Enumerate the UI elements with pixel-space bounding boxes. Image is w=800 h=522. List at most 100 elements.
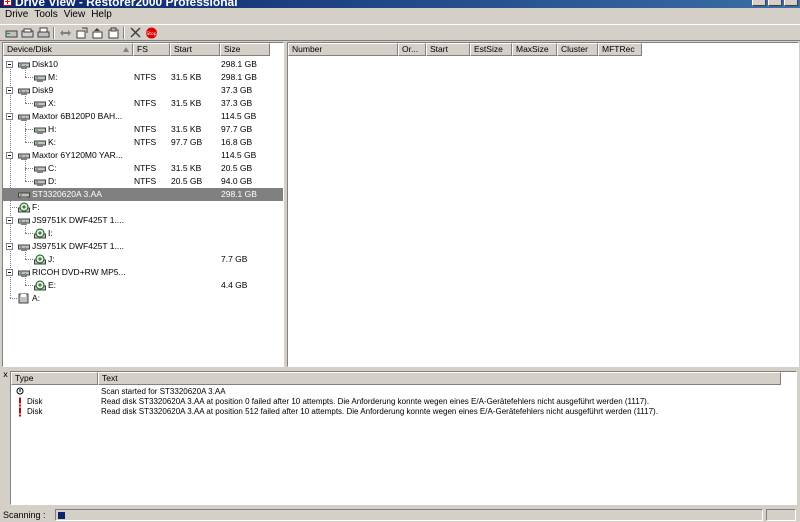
tree-disk-disk10[interactable]: Disk10 298.1 GB (3, 58, 283, 71)
toolbar: Stop (0, 24, 800, 41)
partition-icon (34, 72, 46, 83)
tree-connector (25, 168, 33, 169)
tree-drive-h[interactable]: H: NTFS 31.5 KB 97.7 GB (3, 117, 283, 136)
col-device-disk[interactable]: Device/Disk (3, 43, 133, 56)
maximize-button[interactable] (768, 0, 782, 6)
col-type[interactable]: Type (11, 372, 98, 385)
device-name: K: (48, 137, 57, 147)
col-size[interactable]: Size (220, 43, 270, 56)
tree-drive-d[interactable]: D: NTFS 20.5 GB 94.0 GB (3, 169, 283, 188)
col-order[interactable]: Or... (398, 43, 426, 56)
menu-tools[interactable]: Tools (31, 8, 60, 22)
col-cluster[interactable]: Cluster (557, 43, 598, 56)
menu-bar: Drive Tools View Help (0, 8, 800, 23)
tree-drive-m[interactable]: M: NTFS 31.5 KB 298.1 GB (3, 65, 283, 84)
stop-icon[interactable]: Stop (143, 26, 159, 40)
collapse-icon[interactable] (6, 113, 13, 120)
tree-disk-js9751k-dwf425t-1[interactable]: JS9751K DWF425T 1.... (3, 240, 283, 253)
log-type: Disk (27, 407, 43, 416)
device-size: 4.4 GB (221, 280, 248, 290)
tree-disk-maxtor-6y120m0-yar[interactable]: Maxtor 6Y120M0 YAR... 114.5 GB (3, 149, 283, 162)
device-name: D: (48, 176, 57, 186)
hard-disk-icon (18, 215, 30, 226)
app-window: + Drive View - Restorer2000 Professional… (0, 0, 800, 522)
tree-disk-js9751k-dwf425t-1[interactable]: JS9751K DWF425T 1.... (3, 214, 283, 227)
folder-up-icon[interactable] (89, 26, 105, 40)
tree-disk-disk9[interactable]: Disk9 37.3 GB (3, 84, 283, 97)
device-name: C: (48, 163, 57, 173)
tree-connector (25, 233, 33, 234)
tree-disk-maxtor-6b120p0-bah[interactable]: Maxtor 6B120P0 BAH... 114.5 GB (3, 110, 283, 123)
hard-disk-icon (18, 85, 30, 96)
cancel-icon[interactable] (127, 26, 143, 40)
device-size: 298.1 GB (221, 72, 257, 82)
collapse-icon[interactable] (6, 152, 13, 159)
scan-progress-fill (58, 511, 65, 519)
error-icon (19, 397, 21, 407)
tree-drive-k[interactable]: K: NTFS 97.7 GB 16.8 GB (3, 130, 283, 149)
collapse-icon[interactable] (6, 87, 13, 94)
close-button[interactable] (784, 0, 798, 6)
col-text[interactable]: Text (98, 372, 781, 385)
tree-drive-f[interactable]: F: (3, 201, 283, 214)
compare-icon[interactable] (57, 26, 73, 40)
open-drive-icon[interactable] (3, 26, 19, 40)
device-fs: NTFS (134, 98, 157, 108)
restorer-app-icon[interactable]: + (3, 0, 12, 6)
col-maxsize[interactable]: MaxSize (512, 43, 557, 56)
window-controls (752, 0, 798, 6)
partition-icon (34, 163, 46, 174)
log-row[interactable]: Scan started for ST3320620A 3.AA (11, 387, 796, 397)
tree-drive-a[interactable]: A: (3, 292, 283, 305)
tree-drive-c[interactable]: C: NTFS 31.5 KB 20.5 GB (3, 156, 283, 175)
hard-disk-icon (18, 241, 30, 252)
print-icon[interactable] (35, 26, 51, 40)
device-name: H: (48, 124, 57, 134)
collapse-icon[interactable] (6, 269, 13, 276)
menu-view[interactable]: View (61, 8, 89, 22)
tree-disk-st3320620a-3-aa[interactable]: ST3320620A 3.AA 298.1 GB (3, 188, 283, 201)
col-estsize[interactable]: EstSize (470, 43, 512, 56)
log-header: Type Text (11, 372, 781, 385)
menu-help[interactable]: Help (88, 8, 115, 22)
log-row[interactable]: Disk Read disk ST3320620A 3.AA at positio… (11, 397, 796, 407)
collapse-icon[interactable] (6, 217, 13, 224)
tree-connector (10, 298, 17, 299)
tree-drive-e[interactable]: E: 4.4 GB (3, 273, 283, 292)
col-start[interactable]: Start (170, 43, 220, 56)
cdrom-icon (18, 202, 30, 213)
tree-connector (25, 117, 26, 129)
device-fs: NTFS (134, 72, 157, 82)
col-fs[interactable]: FS (133, 43, 170, 56)
col-number[interactable]: Number (288, 43, 398, 56)
collapse-icon[interactable] (6, 243, 13, 250)
log-text: Read disk ST3320620A 3.AA at position 51… (101, 407, 658, 416)
device-fs: NTFS (134, 137, 157, 147)
export-icon[interactable] (73, 26, 89, 40)
device-size: 114.5 GB (221, 111, 257, 121)
log-row[interactable]: Disk Read disk ST3320620A 3.AA at positio… (11, 407, 796, 417)
tree-drive-x[interactable]: X: NTFS 31.5 KB 37.3 GB (3, 91, 283, 110)
hard-disk-icon (18, 59, 30, 70)
device-name: I: (48, 228, 53, 238)
folder-save-icon[interactable] (105, 26, 121, 40)
menu-drive[interactable]: Drive (2, 8, 31, 22)
toolbar-separator (53, 26, 55, 39)
tree-disk-ricoh-dvd-rw-mp5[interactable]: RICOH DVD+RW MP5... (3, 266, 283, 279)
device-size: 94.0 GB (221, 176, 253, 186)
tree-drive-i[interactable]: I: (3, 221, 283, 240)
col-start[interactable]: Start (426, 43, 470, 56)
title-bar[interactable]: + Drive View - Restorer2000 Professional (0, 0, 800, 8)
col-mftrec[interactable]: MFTRec (598, 43, 642, 56)
tree-header: Device/Disk FS Start Size (3, 43, 270, 56)
device-fs: NTFS (134, 176, 157, 186)
open-image-icon[interactable] (19, 26, 35, 40)
log-close-button[interactable]: x (1, 371, 10, 380)
hard-disk-icon (18, 189, 30, 200)
log-panel: Type Text Scan started for ST3320620A 3.… (10, 371, 797, 505)
tree-drive-j[interactable]: J: 7.7 GB (3, 247, 283, 266)
error-icon (19, 407, 21, 417)
minimize-button[interactable] (752, 0, 766, 6)
device-name: J: (48, 254, 55, 264)
collapse-icon[interactable] (6, 61, 13, 68)
